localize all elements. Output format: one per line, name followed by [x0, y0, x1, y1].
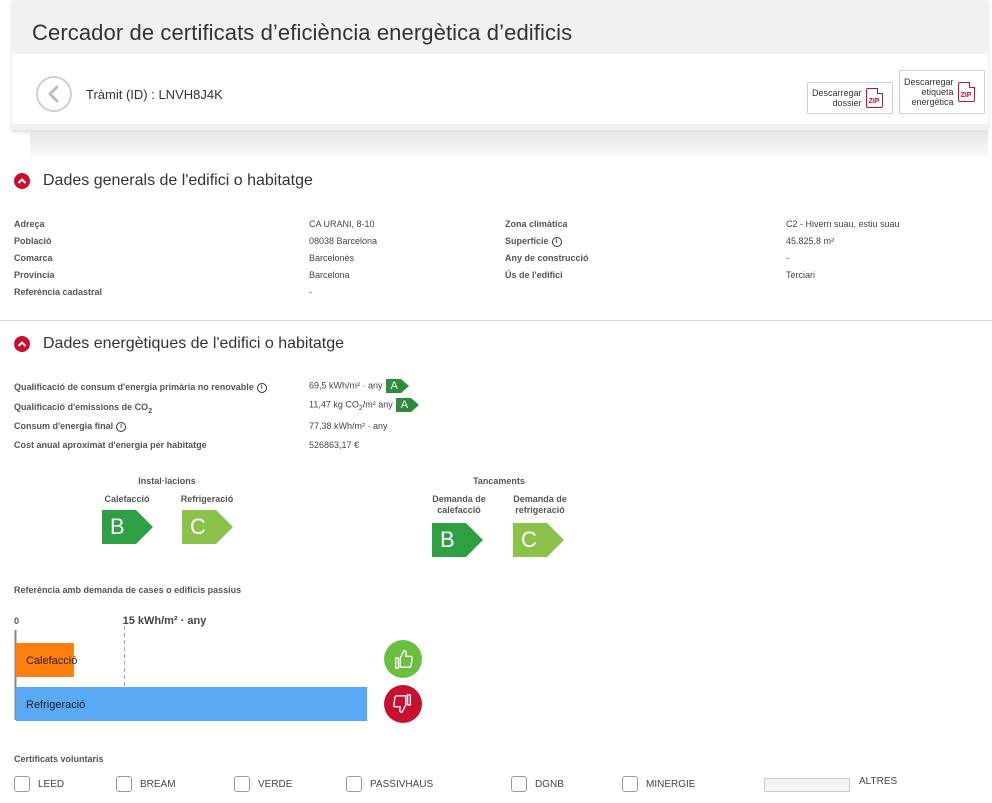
bar-label-0: Calefacció: [26, 655, 77, 667]
cadastral-label: Referència cadastral: [14, 287, 103, 297]
zona-value: C2 - Hivern suau, estiu suau: [786, 219, 900, 229]
refrigeracio-grade-arrow: C: [182, 510, 233, 544]
adreca-label: Adreça: [14, 219, 45, 229]
checkbox-box[interactable]: [14, 776, 30, 792]
voluntary-checkbox-row: LEED BREAM VERDE PASSIVHAUS DGNB MINERGI…: [14, 776, 984, 794]
superficie-label: Superfície i: [505, 236, 562, 247]
download-dossier-label: Descarregar dossier: [812, 88, 862, 108]
thumbs-up-icon: [384, 640, 422, 678]
poblacio-label: Població: [14, 236, 52, 246]
final-label: Consum d'energia final i: [14, 421, 127, 432]
any-label: Any de construcció: [505, 253, 589, 263]
checkbox-box[interactable]: [346, 776, 362, 792]
checkbox-box[interactable]: [511, 776, 527, 792]
grade-a-badge: A: [385, 379, 410, 393]
us-label: Ús de l'edifici: [505, 270, 563, 280]
adreca-value: CA URANI, 8-10: [309, 219, 375, 229]
us-value: Terciari: [786, 270, 816, 280]
section-energy-title: Dades energètiques de l'edifici o habita…: [43, 335, 345, 352]
zona-label: Zona climàtica: [505, 219, 568, 229]
header-subbar: Tràmit (ID) : LNVH8J4K Descarregar dossi…: [12, 54, 988, 124]
thumbs-down-icon: [384, 685, 422, 723]
provincia-value: Barcelona: [309, 270, 350, 280]
demanda-calefaccio-label: Demanda de calefacció: [432, 494, 486, 515]
zip-file-icon: ZIP: [865, 88, 883, 108]
back-button[interactable]: [36, 76, 72, 112]
threshold-label: 15 kWh/m² · any: [123, 615, 208, 627]
cost-value: 526863,17 €: [309, 440, 360, 450]
section-general-header[interactable]: Dades generals de l'edifici o habitatge: [14, 172, 313, 190]
any-value: -: [786, 253, 789, 263]
comarca-label: Comarca: [14, 253, 53, 263]
checkbox-box[interactable]: [234, 776, 250, 792]
collapse-chevron-icon[interactable]: [14, 336, 30, 352]
checkbox-leed[interactable]: LEED: [14, 776, 64, 792]
voluntary-title: Certificats voluntaris: [14, 754, 104, 764]
info-icon[interactable]: i: [116, 421, 127, 432]
primaria-value-row: 69,5 kWh/m² · any A: [309, 379, 410, 393]
cost-label: Cost anual aproximat d'energia per habit…: [14, 440, 207, 450]
chevron-left-icon: [48, 85, 59, 103]
grade-a-badge: A: [395, 398, 420, 412]
calefaccio-grade-arrow: B: [102, 510, 153, 544]
download-dossier-button[interactable]: Descarregar dossier ZIP: [807, 82, 893, 114]
refrigeracio-label: Refrigeració: [180, 494, 234, 504]
cadastral-value: -: [309, 287, 312, 297]
altres-label: ALTRES: [859, 776, 898, 787]
primaria-label: Qualificació de consum d'energia primàri…: [14, 382, 267, 393]
download-label-text: Descarregar etiqueta energètica: [904, 77, 954, 107]
checkbox-passivhaus[interactable]: PASSIVHAUS: [346, 776, 433, 792]
zip-file-icon: ZIP: [957, 82, 975, 102]
checkbox-minergie[interactable]: MINERGIE: [622, 776, 695, 792]
checkbox-bream[interactable]: BREAM: [116, 776, 176, 792]
axis-zero-label: 0: [14, 616, 19, 626]
bar-label-1: Refrigeració: [26, 699, 85, 711]
reference-title: Referència amb demanda de cases o edific…: [14, 585, 242, 595]
bars-group: Calefacció Refrigeració: [16, 643, 368, 721]
calefaccio-label: Calefacció: [104, 494, 150, 504]
poblacio-value: 08038 Barcelona: [309, 236, 378, 246]
comarca-value: Barcelonès: [309, 253, 355, 263]
emissions-label: Qualificació d'emissions de CO2: [14, 402, 153, 415]
download-label-button[interactable]: Descarregar etiqueta energètica ZIP: [899, 70, 985, 114]
checkbox-box[interactable]: [116, 776, 132, 792]
page-title: Cercador de certificats d’eficiència ene…: [32, 20, 573, 45]
demanda-refrigeracio-grade-arrow: C: [513, 523, 564, 557]
info-icon[interactable]: i: [256, 382, 267, 393]
collapse-chevron-icon[interactable]: [14, 173, 30, 189]
altres-input[interactable]: [764, 778, 850, 792]
header-card: Cercador de certificats d’eficiència ene…: [12, 0, 988, 130]
superficie-value: 45.825,8 m²: [786, 236, 835, 246]
demanda-calefaccio-grade-arrow: B: [432, 523, 483, 557]
demanda-refrigeracio-label: Demanda de refrigeració: [513, 494, 567, 515]
installacions-title: Instal·lacions: [138, 476, 196, 486]
section-energy-header[interactable]: Dades energètiques de l'edifici o habita…: [14, 335, 344, 353]
final-value: 77,38 kWh/m² · any: [309, 421, 388, 431]
tancaments-title: Tancaments: [473, 476, 525, 486]
passive-reference-chart: 0 15 kWh/m² · any Calefacció Refrigeració: [14, 612, 444, 732]
section-general-title: Dades generals de l'edifici o habitatge: [43, 172, 313, 189]
checkbox-dgnb[interactable]: DGNB: [511, 776, 564, 792]
passive-reference-chart-svg: 0 15 kWh/m² · any Calefacció Refrigeració: [14, 615, 368, 722]
info-icon[interactable]: i: [551, 236, 562, 247]
provincia-label: Província: [14, 270, 55, 280]
header-shadow: [30, 130, 988, 156]
checkbox-verde[interactable]: VERDE: [234, 776, 292, 792]
tramit-id: Tràmit (ID) : LNVH8J4K: [86, 87, 223, 102]
emissions-value-row: 11,47 kg CO2/m² any A: [309, 398, 420, 412]
checkbox-box[interactable]: [622, 776, 638, 792]
section-divider: [0, 320, 992, 321]
